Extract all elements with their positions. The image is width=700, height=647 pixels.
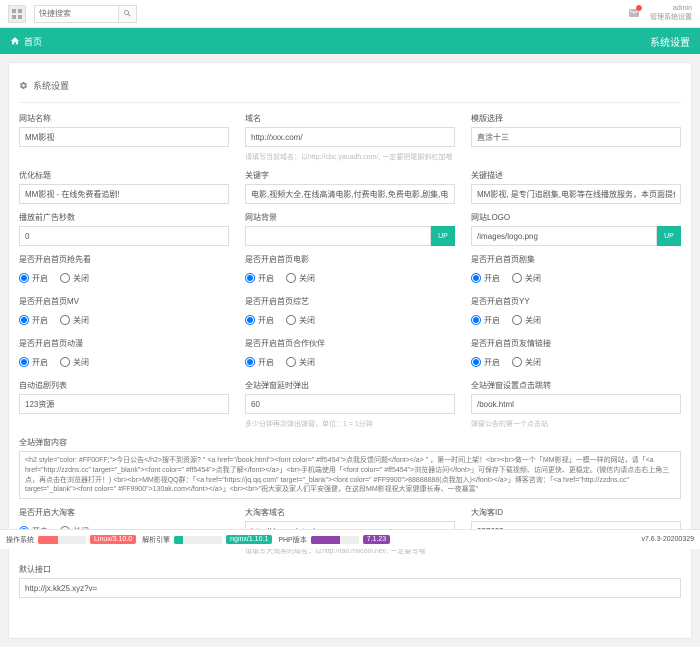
user-info[interactable]: admin管理系统设置 <box>650 5 692 22</box>
template-label: 模版选择 <box>471 113 681 124</box>
popup-delay-hint: 多少分钟再次弹出弹窗，单位：1 = 1分钟 <box>245 419 455 429</box>
home-tv-on[interactable]: 开启 <box>471 273 500 284</box>
home-yy-label: 是否开启首页YY <box>471 296 681 307</box>
gear-icon <box>19 81 28 90</box>
home-yy-off[interactable]: 关闭 <box>512 315 541 326</box>
dataoke-domain-label: 大淘客域名 <box>245 507 455 518</box>
keywords-input[interactable] <box>245 184 455 204</box>
home-partner-label: 是否开启首页合作伙伴 <box>245 338 455 349</box>
template-input[interactable] <box>471 127 681 147</box>
site-name-input[interactable] <box>19 127 229 147</box>
popup-delay-input[interactable] <box>245 394 455 414</box>
ad-seconds-input[interactable] <box>19 226 229 246</box>
mail-icon[interactable] <box>628 7 640 21</box>
default-api-label: 默认接口 <box>19 564 681 575</box>
popup-content-textarea[interactable] <box>19 451 681 499</box>
popup-page-hint: 弹窗公告的第一个点击站 <box>471 419 681 429</box>
site-name-label: 网站名称 <box>19 113 229 124</box>
popup-page-label: 全站弹窗设置点击跳转 <box>471 380 681 391</box>
home-variety-on[interactable]: 开启 <box>245 315 274 326</box>
popup-content-label: 全站弹窗内容 <box>19 437 681 448</box>
default-api-input[interactable] <box>19 578 681 598</box>
home-mv-on[interactable]: 开启 <box>19 315 48 326</box>
auto-list-input[interactable] <box>19 394 229 414</box>
home-partner-off[interactable]: 关闭 <box>286 357 315 368</box>
home-partner-on[interactable]: 开启 <box>245 357 274 368</box>
search-icon <box>123 9 132 18</box>
home-mv-label: 是否开启首页MV <box>19 296 229 307</box>
dataoke-enable-label: 是否开启大淘客 <box>19 507 229 518</box>
keywords-label: 关键字 <box>245 170 455 181</box>
footer-version: v7.6.3-20200329 <box>641 536 694 543</box>
home-rec-off[interactable]: 关闭 <box>60 273 89 284</box>
home-anime-off[interactable]: 关闭 <box>60 357 89 368</box>
home-variety-label: 是否开启首页综艺 <box>245 296 455 307</box>
home-anime-on[interactable]: 开启 <box>19 357 48 368</box>
site-logo-label: 网站LOGO <box>471 212 681 223</box>
description-input[interactable] <box>471 184 681 204</box>
panel-heading: 系统设置 <box>19 73 681 103</box>
home-yy-on[interactable]: 开启 <box>471 315 500 326</box>
breadcrumb-home[interactable]: 首页 <box>10 35 42 48</box>
popup-page-input[interactable] <box>471 394 681 414</box>
domain-hint: 请填写当前域名；以http://cbc.yauadh.com/, 一定要把尾部斜… <box>245 152 455 162</box>
home-variety-off[interactable]: 关闭 <box>286 315 315 326</box>
home-friend-off[interactable]: 关闭 <box>512 357 541 368</box>
home-movie-on[interactable]: 开启 <box>245 273 274 284</box>
footer-os-label: 操作系统 <box>6 535 34 545</box>
footer-os-bar <box>38 536 58 544</box>
seo-title-label: 优化标题 <box>19 170 229 181</box>
domain-label: 域名 <box>245 113 455 124</box>
home-rec-on[interactable]: 开启 <box>19 273 48 284</box>
footer-parse-bar <box>174 536 183 544</box>
home-movie-off[interactable]: 关闭 <box>286 273 315 284</box>
domain-input[interactable] <box>245 127 455 147</box>
home-rec-label: 是否开启首页抢先看 <box>19 254 229 265</box>
search-button[interactable] <box>119 5 137 23</box>
ad-seconds-label: 播放前广告秒数 <box>19 212 229 223</box>
home-icon <box>10 36 20 46</box>
footer-php-label: PHP版本 <box>278 535 306 545</box>
home-tv-off[interactable]: 关闭 <box>512 273 541 284</box>
seo-title-input[interactable] <box>19 184 229 204</box>
description-label: 关键描述 <box>471 170 681 181</box>
home-tv-label: 是否开启首页剧集 <box>471 254 681 265</box>
site-logo-upload-button[interactable]: UP <box>657 226 681 246</box>
dataoke-id-label: 大淘客ID <box>471 507 681 518</box>
page-title: 系统设置 <box>650 34 690 49</box>
footer-php-value: 7.1.23 <box>363 535 390 544</box>
popup-delay-label: 全站弹窗延时弹出 <box>245 380 455 391</box>
home-mv-off[interactable]: 关闭 <box>60 315 89 326</box>
footer-parse-label: 解析引擎 <box>142 535 170 545</box>
auto-list-label: 自动追剧列表 <box>19 380 229 391</box>
site-bg-upload-button[interactable]: UP <box>431 226 455 246</box>
search-input[interactable] <box>34 5 119 23</box>
site-logo-input[interactable] <box>471 226 657 246</box>
home-movie-label: 是否开启首页电影 <box>245 254 455 265</box>
footer-os-value: Linux/3.10.0 <box>90 535 136 544</box>
site-bg-label: 网站背景 <box>245 212 455 223</box>
home-friend-label: 是否开启首页友情链接 <box>471 338 681 349</box>
footer-php-bar <box>311 536 340 544</box>
footer-parse-value: nginx/1.10.1 <box>226 535 272 544</box>
home-friend-on[interactable]: 开启 <box>471 357 500 368</box>
site-bg-input[interactable] <box>245 226 431 246</box>
app-logo <box>8 5 26 23</box>
home-anime-label: 是否开启首页动漫 <box>19 338 229 349</box>
